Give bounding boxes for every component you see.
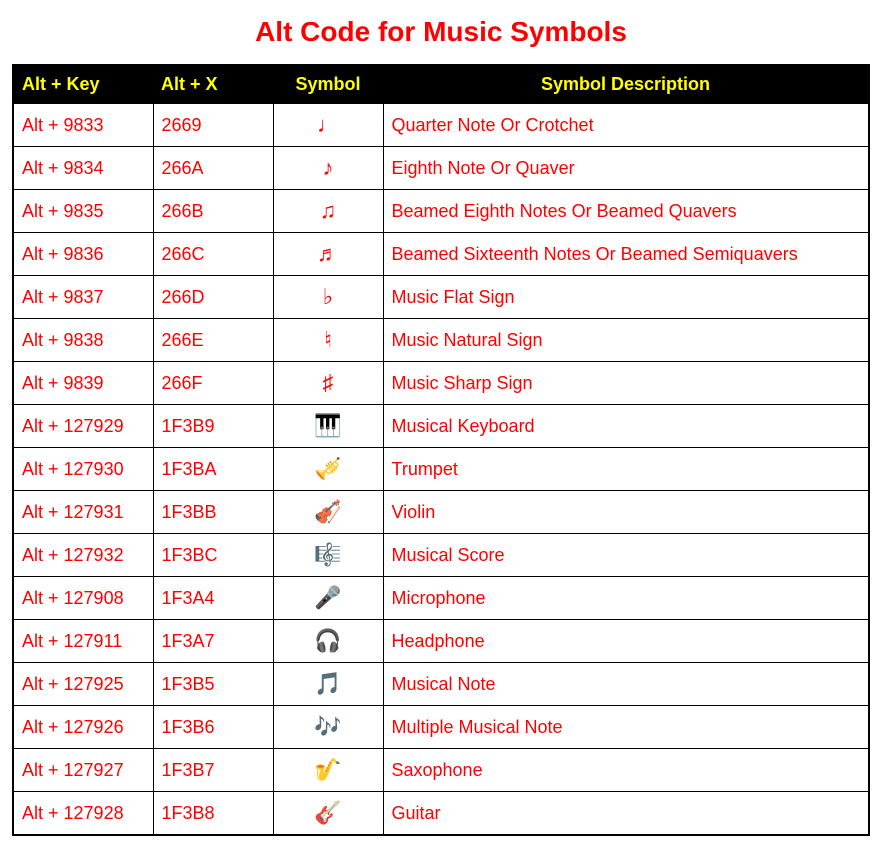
table-header: Alt + Key Alt + X Symbol Symbol Descript…	[13, 65, 869, 104]
table-row: Alt + 1279311F3BB🎻Violin	[13, 491, 869, 534]
cell-altkey: Alt + 9835	[13, 190, 153, 233]
cell-description: Musical Note	[383, 663, 869, 706]
cell-altkey: Alt + 127927	[13, 749, 153, 792]
cell-symbol: ♫	[273, 190, 383, 233]
table-row: Alt + 9834266A♪Eighth Note Or Quaver	[13, 147, 869, 190]
table-row: Alt + 1279251F3B5🎵Musical Note	[13, 663, 869, 706]
cell-altkey: Alt + 9833	[13, 104, 153, 147]
cell-altkey: Alt + 127929	[13, 405, 153, 448]
cell-symbol: 🎺	[273, 448, 383, 491]
cell-symbol: 🎹	[273, 405, 383, 448]
table-header-row: Alt + Key Alt + X Symbol Symbol Descript…	[13, 65, 869, 104]
cell-altx: 1F3BB	[153, 491, 273, 534]
cell-description: Music Natural Sign	[383, 319, 869, 362]
cell-symbol: ♪	[273, 147, 383, 190]
cell-description: Microphone	[383, 577, 869, 620]
table-row: Alt + 1279291F3B9🎹Musical Keyboard	[13, 405, 869, 448]
cell-symbol: 🎵	[273, 663, 383, 706]
cell-description: Quarter Note Or Crotchet	[383, 104, 869, 147]
cell-description: Beamed Eighth Notes Or Beamed Quavers	[383, 190, 869, 233]
cell-altx: 266A	[153, 147, 273, 190]
table-row: Alt + 1279261F3B6🎶Multiple Musical Note	[13, 706, 869, 749]
cell-altx: 1F3B5	[153, 663, 273, 706]
cell-description: Multiple Musical Note	[383, 706, 869, 749]
cell-altx: 1F3B6	[153, 706, 273, 749]
cell-altx: 266B	[153, 190, 273, 233]
cell-altkey: Alt + 127908	[13, 577, 153, 620]
cell-symbol: ♭	[273, 276, 383, 319]
cell-altx: 1F3B8	[153, 792, 273, 836]
cell-altx: 1F3B7	[153, 749, 273, 792]
cell-description: Beamed Sixteenth Notes Or Beamed Semiqua…	[383, 233, 869, 276]
cell-altkey: Alt + 127932	[13, 534, 153, 577]
cell-description: Violin	[383, 491, 869, 534]
cell-description: Trumpet	[383, 448, 869, 491]
table-body: Alt + 98332669♩Quarter Note Or CrotchetA…	[13, 104, 869, 836]
cell-symbol: ♯	[273, 362, 383, 405]
cell-altkey: Alt + 127925	[13, 663, 153, 706]
cell-symbol: 🎤	[273, 577, 383, 620]
cell-altx: 2669	[153, 104, 273, 147]
table-row: Alt + 1279271F3B7🎷Saxophone	[13, 749, 869, 792]
cell-altkey: Alt + 9834	[13, 147, 153, 190]
cell-symbol: ♩	[273, 104, 383, 147]
cell-altkey: Alt + 127928	[13, 792, 153, 836]
table-row: Alt + 1279111F3A7🎧Headphone	[13, 620, 869, 663]
table-row: Alt + 1279321F3BC🎼Musical Score	[13, 534, 869, 577]
table-row: Alt + 1279301F3BA🎺Trumpet	[13, 448, 869, 491]
cell-altx: 266C	[153, 233, 273, 276]
cell-altkey: Alt + 9836	[13, 233, 153, 276]
cell-altkey: Alt + 127931	[13, 491, 153, 534]
cell-description: Eighth Note Or Quaver	[383, 147, 869, 190]
cell-symbol: 🎻	[273, 491, 383, 534]
cell-symbol: 🎼	[273, 534, 383, 577]
cell-symbol: 🎧	[273, 620, 383, 663]
cell-symbol: 🎷	[273, 749, 383, 792]
cell-altkey: Alt + 127911	[13, 620, 153, 663]
col-header-description: Symbol Description	[383, 65, 869, 104]
col-header-symbol: Symbol	[273, 65, 383, 104]
cell-description: Music Flat Sign	[383, 276, 869, 319]
table-row: Alt + 9838266E♮Music Natural Sign	[13, 319, 869, 362]
cell-altx: 1F3BC	[153, 534, 273, 577]
page-container: Alt Code for Music Symbols Alt + Key Alt…	[0, 0, 882, 846]
col-header-altkey: Alt + Key	[13, 65, 153, 104]
cell-symbol: 🎸	[273, 792, 383, 836]
cell-altkey: Alt + 127926	[13, 706, 153, 749]
cell-altkey: Alt + 9838	[13, 319, 153, 362]
cell-altx: 1F3B9	[153, 405, 273, 448]
cell-altx: 1F3A4	[153, 577, 273, 620]
cell-symbol: ♬	[273, 233, 383, 276]
cell-altx: 1F3BA	[153, 448, 273, 491]
cell-altx: 1F3A7	[153, 620, 273, 663]
table-row: Alt + 9837266D♭Music Flat Sign	[13, 276, 869, 319]
table-row: Alt + 98332669♩Quarter Note Or Crotchet	[13, 104, 869, 147]
cell-description: Musical Score	[383, 534, 869, 577]
cell-description: Saxophone	[383, 749, 869, 792]
cell-altkey: Alt + 9837	[13, 276, 153, 319]
table-row: Alt + 9839266F♯Music Sharp Sign	[13, 362, 869, 405]
cell-description: Headphone	[383, 620, 869, 663]
table-row: Alt + 9836266C♬Beamed Sixteenth Notes Or…	[13, 233, 869, 276]
alt-code-table: Alt + Key Alt + X Symbol Symbol Descript…	[12, 64, 870, 836]
cell-description: Musical Keyboard	[383, 405, 869, 448]
cell-altx: 266D	[153, 276, 273, 319]
table-row: Alt + 9835266B♫Beamed Eighth Notes Or Be…	[13, 190, 869, 233]
page-title: Alt Code for Music Symbols	[12, 16, 870, 48]
table-row: Alt + 1279281F3B8🎸Guitar	[13, 792, 869, 836]
cell-description: Music Sharp Sign	[383, 362, 869, 405]
cell-altkey: Alt + 9839	[13, 362, 153, 405]
cell-altx: 266E	[153, 319, 273, 362]
cell-altx: 266F	[153, 362, 273, 405]
cell-description: Guitar	[383, 792, 869, 836]
col-header-altx: Alt + X	[153, 65, 273, 104]
cell-symbol: 🎶	[273, 706, 383, 749]
table-row: Alt + 1279081F3A4🎤Microphone	[13, 577, 869, 620]
cell-altkey: Alt + 127930	[13, 448, 153, 491]
cell-symbol: ♮	[273, 319, 383, 362]
